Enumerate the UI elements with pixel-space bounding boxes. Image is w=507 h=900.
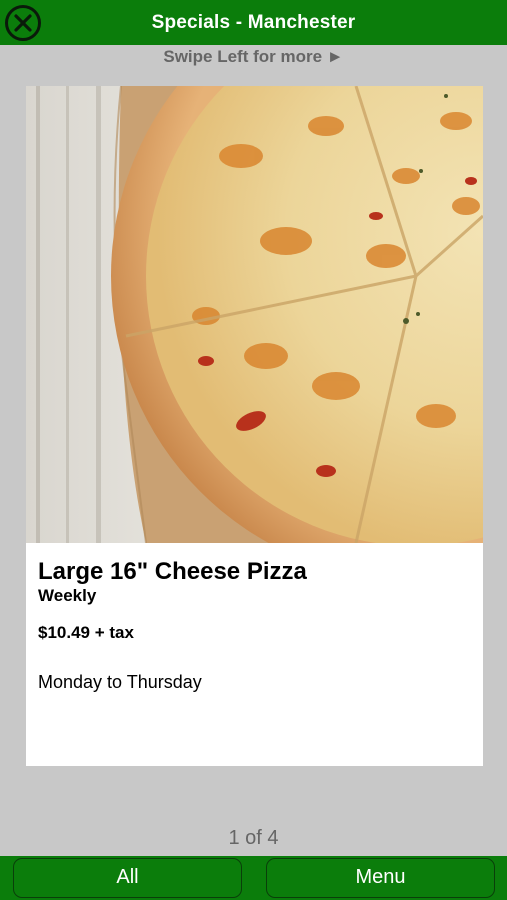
special-title: Large 16" Cheese Pizza [38, 558, 307, 585]
app-screen: Specials - Manchester Swipe Left for mor… [0, 0, 507, 900]
pizza-photo [26, 86, 483, 543]
all-button[interactable]: All [13, 858, 242, 898]
special-days: Monday to Thursday [38, 672, 202, 692]
menu-button[interactable]: Menu [266, 858, 495, 898]
special-card[interactable]: Large 16" Cheese Pizza Weekly $10.49 + t… [26, 86, 483, 766]
close-circle-icon [5, 5, 41, 41]
bottom-bar: All Menu [0, 856, 507, 900]
page-title: Specials - Manchester [151, 11, 356, 33]
page-indicator: 1 of 4 [228, 827, 279, 849]
close-button[interactable] [4, 4, 42, 42]
swipe-hint: Swipe Left for more ► [163, 47, 344, 66]
special-price: $10.49 + tax [38, 623, 134, 642]
pizza-image [26, 86, 483, 543]
special-frequency: Weekly [38, 586, 97, 605]
header-bar: Specials - Manchester [0, 0, 507, 45]
